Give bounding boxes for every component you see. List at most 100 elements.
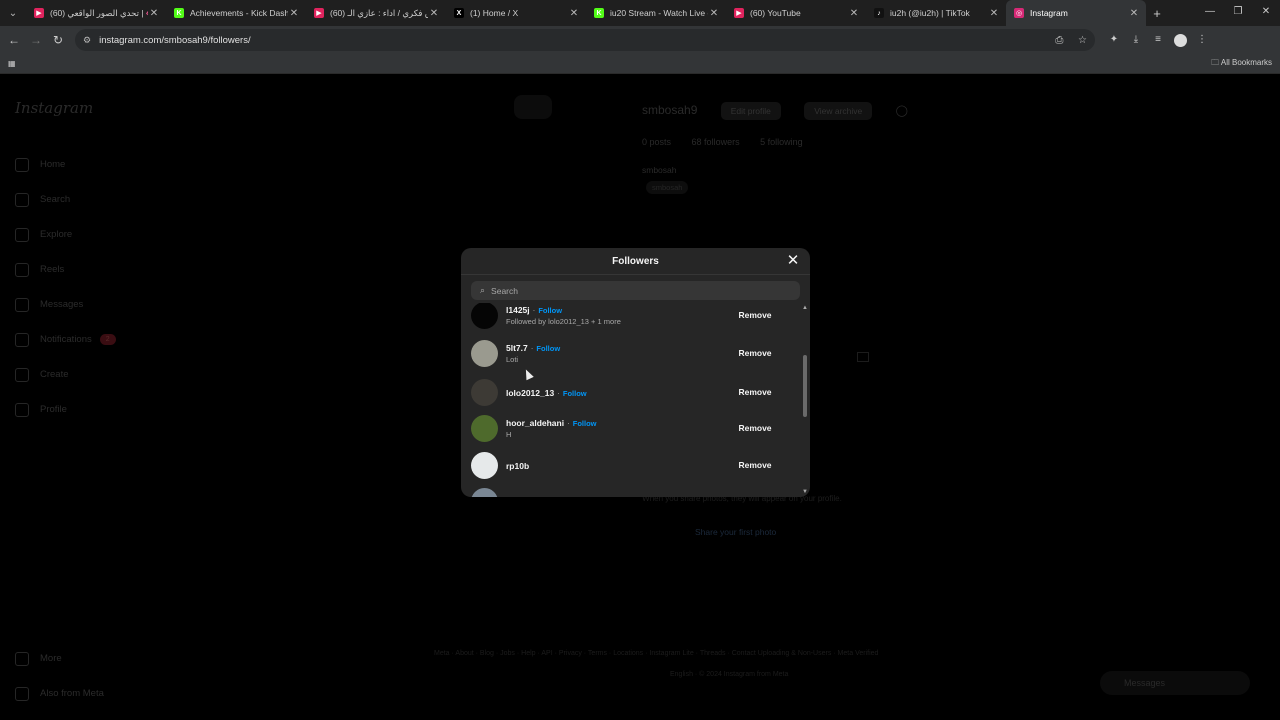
search-input[interactable]: [491, 285, 772, 296]
sidebar-item-messages[interactable]: Messages: [15, 287, 116, 322]
sidebar-item-reels[interactable]: Reels: [15, 252, 116, 287]
follower-username[interactable]: rp10b: [506, 461, 529, 471]
share-first-photo-link[interactable]: Share your first photo: [695, 527, 776, 537]
site-info-icon[interactable]: ⚙: [83, 35, 91, 46]
follower-avatar[interactable]: [471, 378, 498, 406]
follower-username[interactable]: l1425j: [506, 305, 530, 315]
tab-search-icon[interactable]: ⌄: [0, 0, 26, 26]
remove-button[interactable]: Remove: [734, 344, 776, 362]
media-icon[interactable]: ≡: [1147, 34, 1169, 47]
back-icon[interactable]: ←: [3, 33, 25, 47]
sidebar-item-create[interactable]: Create: [15, 357, 116, 392]
browser-tab[interactable]: ▶ (60) YouTube ✕: [726, 0, 866, 26]
follower-username[interactable]: 5lt7.7: [506, 343, 528, 353]
close-window-icon[interactable]: ✕: [1252, 0, 1280, 26]
profile-avatar[interactable]: [1169, 33, 1191, 47]
remove-button[interactable]: Remove: [734, 306, 776, 324]
tab-close-icon[interactable]: ✕: [288, 8, 300, 19]
tab-close-icon[interactable]: ✕: [848, 8, 860, 19]
sidebar-item-explore[interactable]: Explore: [15, 217, 116, 252]
follow-link[interactable]: Follow: [536, 344, 560, 353]
tab-close-icon[interactable]: ✕: [428, 8, 440, 19]
reload-icon[interactable]: ↻: [47, 33, 69, 47]
follow-link[interactable]: Follow: [538, 306, 562, 315]
install-app-icon[interactable]: ⎙: [1055, 35, 1063, 46]
sidebar-item-more[interactable]: More: [15, 641, 104, 676]
sidebar-item-search[interactable]: Search: [15, 182, 116, 217]
browser-tab[interactable]: K Achievements - Kick Dashbo ✕: [166, 0, 306, 26]
browser-tab[interactable]: ♪ iu2h (@iu2h) | TikTok ✕: [866, 0, 1006, 26]
follower-row[interactable]: lolo2012_13 · Follow Remove: [461, 374, 801, 410]
separator-dot: ·: [532, 306, 536, 315]
restore-icon[interactable]: ❐: [1224, 0, 1252, 26]
followers-count[interactable]: 68 followers: [692, 137, 740, 147]
follower-info: sk9.li: [506, 495, 801, 498]
edit-profile-button[interactable]: Edit profile: [720, 102, 781, 120]
followers-search[interactable]: ⌕: [471, 281, 800, 300]
scrollbar[interactable]: ▲ ▼: [802, 305, 808, 495]
remove-button[interactable]: Remove: [734, 383, 776, 401]
forward-icon[interactable]: →: [25, 33, 47, 47]
follower-avatar[interactable]: [471, 339, 498, 367]
address-bar[interactable]: ⚙ instagram.com/smbosah9/followers/ ⎙ ☆: [75, 29, 1095, 51]
download-icon[interactable]: ⤓: [1125, 34, 1147, 47]
apps-grid-icon[interactable]: ▦: [8, 59, 16, 68]
follower-username[interactable]: hoor_aldehani: [506, 418, 564, 428]
messages-dock[interactable]: Messages: [1100, 671, 1250, 695]
tab-title: iu20 Stream - Watch Live on: [610, 8, 708, 18]
all-bookmarks[interactable]: 🗀 All Bookmarks: [1211, 57, 1272, 71]
separator-dot: ·: [557, 388, 560, 398]
settings-icon[interactable]: ◯: [896, 105, 908, 117]
browser-tab[interactable]: ◎ Instagram ✕: [1006, 0, 1146, 26]
tab-close-icon[interactable]: ✕: [148, 8, 160, 19]
follower-row[interactable]: hoor_aldehani · Follow H Remove: [461, 410, 801, 446]
sidebar-item-profile[interactable]: Profile: [15, 392, 116, 427]
browser-tab[interactable]: ▶ (60) تحدي الصور الواقعي | 👄✕: [26, 0, 166, 26]
follower-username[interactable]: sk9.li: [506, 497, 527, 498]
scroll-thumb[interactable]: [803, 355, 807, 417]
menu-icon: [15, 651, 29, 666]
threads-badge[interactable]: smbosah: [646, 181, 689, 194]
sidebar-item-also-from-meta[interactable]: Also from Meta: [15, 676, 104, 711]
browser-tab[interactable]: X (1) Home / X ✕: [446, 0, 586, 26]
remove-button[interactable]: Remove: [734, 456, 776, 474]
follower-avatar[interactable]: [471, 487, 498, 497]
tab-close-icon[interactable]: ✕: [1128, 8, 1140, 19]
view-archive-button[interactable]: View archive: [804, 102, 873, 120]
minimize-icon[interactable]: —: [1196, 0, 1224, 26]
tagged-icon: [857, 352, 869, 362]
profile-picture[interactable]: [514, 95, 552, 119]
following-count[interactable]: 5 following: [760, 137, 803, 147]
follower-row[interactable]: l1425j · Follow Followed by lolo2012_13 + 1…: [461, 303, 801, 333]
follower-row[interactable]: 5lt7.7 · Follow Loti Remove: [461, 335, 801, 371]
follower-row[interactable]: sk9.li: [461, 483, 801, 497]
browser-tab[interactable]: Kiu20 Stream - Watch Live on ✕: [586, 0, 726, 26]
meta-icon: [15, 686, 29, 701]
instagram-logo[interactable]: Instagram: [15, 99, 93, 117]
follower-avatar[interactable]: [471, 414, 498, 442]
follower-avatar[interactable]: [471, 303, 498, 329]
follower-row[interactable]: rp10b Remove: [461, 447, 801, 483]
kebab-menu-icon[interactable]: ⋮: [1191, 34, 1213, 47]
follower-info: l1425j · Follow Followed by lolo2012_13 + 1…: [506, 303, 734, 327]
tab-close-icon[interactable]: ✕: [568, 8, 580, 19]
scroll-down-icon[interactable]: ▼: [802, 489, 808, 495]
remove-button[interactable]: Remove: [734, 419, 776, 437]
follower-username[interactable]: lolo2012_13: [506, 388, 554, 398]
follow-link[interactable]: Follow: [573, 419, 597, 428]
sidebar-item-notifications[interactable]: Notifications 2: [15, 322, 116, 357]
extensions-icon[interactable]: ✦: [1103, 34, 1125, 47]
tab-close-icon[interactable]: ✕: [988, 8, 1000, 19]
browser-tab[interactable]: ▶ (60) سرق فكري / اداء : عازي الـ✕: [306, 0, 446, 26]
close-icon[interactable]: ✕: [784, 252, 802, 270]
bookmark-star-icon[interactable]: ☆: [1078, 35, 1087, 46]
sidebar-item-home[interactable]: Home: [15, 147, 116, 182]
tab-close-icon[interactable]: ✕: [708, 8, 720, 19]
profile-username: smbosah9: [642, 103, 698, 117]
follow-link[interactable]: Follow: [563, 389, 587, 398]
new-tab-icon[interactable]: +: [1146, 6, 1168, 21]
footer-links[interactable]: Meta · About · Blog · Jobs · Help · API …: [434, 650, 878, 657]
scroll-up-icon[interactable]: ▲: [802, 305, 808, 311]
url-text: instagram.com/smbosah9/followers/: [99, 34, 251, 46]
follower-avatar[interactable]: [471, 451, 498, 479]
